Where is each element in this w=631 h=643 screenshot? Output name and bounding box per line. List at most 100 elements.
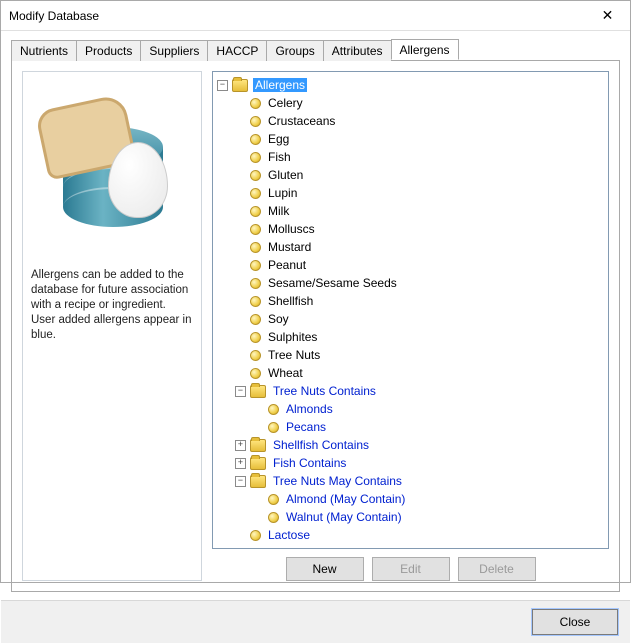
tree-toggle-icon[interactable]: +	[235, 458, 246, 469]
allergen-icon	[268, 422, 279, 433]
tree-toggle-icon[interactable]: −	[217, 80, 228, 91]
edit-button[interactable]: Edit	[372, 557, 450, 581]
tree-toggle-icon[interactable]: +	[235, 440, 246, 451]
tree-item-label[interactable]: Sulphites	[266, 330, 319, 344]
tree-item[interactable]: Gluten	[235, 166, 606, 184]
tree-item-label[interactable]: Crustaceans	[266, 114, 337, 128]
titlebar: Modify Database ✕	[1, 1, 630, 31]
tree-item[interactable]: Crustaceans	[235, 112, 606, 130]
tree-item-label[interactable]: Fish Contains	[271, 456, 348, 470]
folder-icon	[232, 79, 248, 92]
titlebar-close-button[interactable]: ✕	[585, 1, 630, 30]
tree-toggle-icon[interactable]: −	[235, 386, 246, 397]
tree-item-label[interactable]: Peanut	[266, 258, 308, 272]
allergen-icon	[250, 170, 261, 181]
allergen-icon	[250, 530, 261, 541]
tree-item-label[interactable]: Almond (May Contain)	[284, 492, 407, 506]
allergen-icon	[250, 242, 261, 253]
tree-item[interactable]: Peanut	[235, 256, 606, 274]
tree-item[interactable]: Almonds	[253, 400, 606, 418]
folder-icon	[250, 385, 266, 398]
tree-item-label[interactable]: Shellfish	[266, 294, 315, 308]
allergen-icon	[250, 206, 261, 217]
folder-icon	[250, 439, 266, 452]
tree-item[interactable]: Molluscs	[235, 220, 606, 238]
tree-item[interactable]: Celery	[235, 94, 606, 112]
tree-item[interactable]: Lupin	[235, 184, 606, 202]
tree-item[interactable]: Lactose	[235, 526, 606, 544]
tree-item-label[interactable]: Gluten	[266, 168, 305, 182]
allergen-icon	[250, 350, 261, 361]
tree-item[interactable]: Mustard	[235, 238, 606, 256]
tree-item-label[interactable]: Milk	[266, 204, 291, 218]
allergen-tree[interactable]: − Allergens Celery Crustaceans Egg Fish Gluten…	[212, 71, 609, 549]
tab-suppliers[interactable]: Suppliers	[140, 40, 208, 61]
tree-item-label[interactable]: Shellfish Contains	[271, 438, 371, 452]
tree-item-label[interactable]: Celery	[266, 96, 305, 110]
tree-item-label[interactable]: Tree Nuts Contains	[271, 384, 378, 398]
allergen-icon	[250, 278, 261, 289]
tab-haccp[interactable]: HACCP	[207, 40, 267, 61]
allergen-icon	[268, 404, 279, 415]
allergen-icon	[250, 188, 261, 199]
folder-icon	[250, 457, 266, 470]
tree-item-label[interactable]: Lactose	[266, 528, 312, 542]
allergen-icon	[250, 368, 261, 379]
close-button[interactable]: Close	[532, 609, 618, 635]
tree-item[interactable]: Pecans	[253, 418, 606, 436]
tree-item-label[interactable]: Soy	[266, 312, 291, 326]
allergen-icon	[250, 224, 261, 235]
tab-allergens[interactable]: Allergens	[391, 39, 459, 60]
allergen-icon	[250, 314, 261, 325]
tree-item[interactable]: Walnut (May Contain)	[253, 508, 606, 526]
tree-group[interactable]: − Tree Nuts May Contains	[235, 472, 606, 490]
tree-item[interactable]: Soy	[235, 310, 606, 328]
allergen-icon	[250, 332, 261, 343]
tree-item[interactable]: Shellfish	[235, 292, 606, 310]
dialog-footer: Close	[1, 600, 630, 643]
tree-item[interactable]: Egg	[235, 130, 606, 148]
tree-group[interactable]: + Fish Contains	[235, 454, 606, 472]
allergen-icon	[250, 116, 261, 127]
tree-item[interactable]: Tree Nuts	[235, 346, 606, 364]
tab-groups[interactable]: Groups	[266, 40, 323, 61]
tree-item[interactable]: Fish	[235, 148, 606, 166]
tree-item-label[interactable]: Mustard	[266, 240, 313, 254]
close-icon: ✕	[602, 7, 614, 24]
tree-item[interactable]: Sesame/Sesame Seeds	[235, 274, 606, 292]
tree-item[interactable]: Sulphites	[235, 328, 606, 346]
tree-item-label[interactable]: Molluscs	[266, 222, 317, 236]
tree-root[interactable]: − Allergens	[217, 76, 606, 94]
tree-item-label[interactable]: Pecans	[284, 420, 328, 434]
tree-item-label[interactable]: Tree Nuts May Contains	[271, 474, 404, 488]
info-panel: Allergens can be added to the database f…	[22, 71, 202, 581]
tree-panel: − Allergens Celery Crustaceans Egg Fish Gluten…	[212, 71, 609, 581]
tab-strip: Nutrients Products Suppliers HACCP Group…	[11, 39, 620, 61]
tree-item-label[interactable]: Wheat	[266, 366, 305, 380]
tree-item-label[interactable]: Egg	[266, 132, 291, 146]
tree-item-label[interactable]: Walnut (May Contain)	[284, 510, 404, 524]
allergen-icon	[268, 512, 279, 523]
tree-group[interactable]: + Shellfish Contains	[235, 436, 606, 454]
tree-item-label[interactable]: Sesame/Sesame Seeds	[266, 276, 399, 290]
tree-item-label[interactable]: Allergens	[253, 78, 307, 92]
tab-body: Allergens can be added to the database f…	[11, 61, 620, 592]
tree-item[interactable]: Wheat	[235, 364, 606, 382]
tree-item-label[interactable]: Lupin	[266, 186, 299, 200]
new-button[interactable]: New	[286, 557, 364, 581]
tab-products[interactable]: Products	[76, 40, 141, 61]
tree-item[interactable]: Almond (May Contain)	[253, 490, 606, 508]
allergen-icon	[250, 134, 261, 145]
tree-item-label[interactable]: Tree Nuts	[266, 348, 322, 362]
tree-group[interactable]: − Tree Nuts Contains	[235, 382, 606, 400]
tree-item-label[interactable]: Fish	[266, 150, 293, 164]
delete-button[interactable]: Delete	[458, 557, 536, 581]
allergen-icon	[250, 260, 261, 271]
tab-nutrients[interactable]: Nutrients	[11, 40, 77, 61]
tree-toggle-icon[interactable]: −	[235, 476, 246, 487]
tree-item[interactable]: Milk	[235, 202, 606, 220]
window-title: Modify Database	[9, 9, 99, 23]
tree-item-label[interactable]: Almonds	[284, 402, 335, 416]
tab-attributes[interactable]: Attributes	[323, 40, 392, 61]
content-area: Nutrients Products Suppliers HACCP Group…	[1, 31, 630, 600]
